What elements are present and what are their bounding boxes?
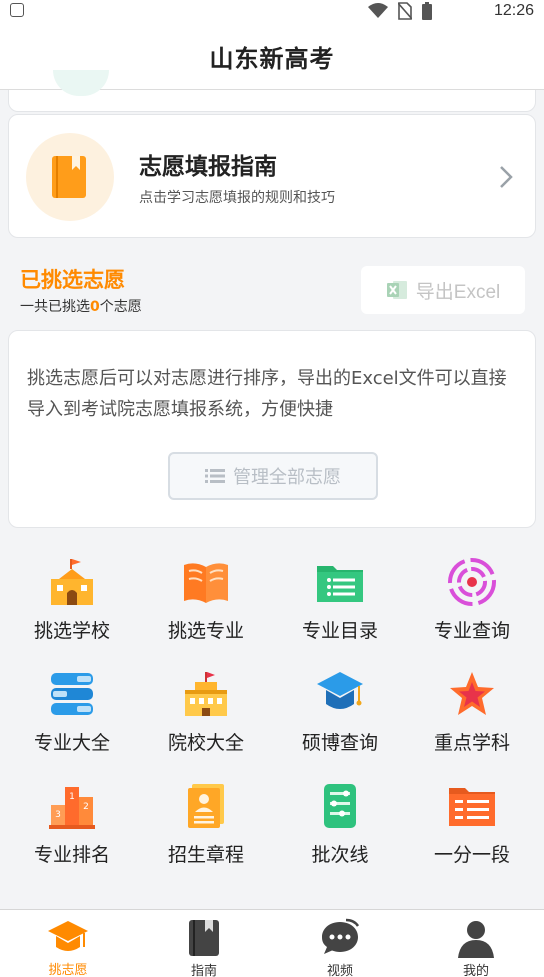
tab-label: 指南 [190, 964, 217, 977]
chat-bubble-icon [318, 918, 362, 958]
page-title: 山东新高考 [209, 45, 335, 73]
excel-icon [386, 281, 407, 299]
guide-subtitle: 点击学习志愿填报的规则和技巧 [139, 190, 335, 206]
grid-item-major-catalog[interactable]: 专业目录 [272, 556, 408, 656]
grid-item-label: 招生章程 [167, 844, 244, 866]
grid-item-college-all[interactable]: 院校大全 [138, 668, 274, 768]
grid-item-pick-major[interactable]: 挑选专业 [138, 556, 274, 656]
campus-icon [178, 668, 234, 720]
open-book-icon [178, 556, 234, 608]
bottom-tab-bar: 挑志愿 指南 视频 我的 [0, 909, 544, 977]
picked-title: 已挑选志愿 [20, 268, 125, 292]
folder-list-icon [312, 556, 368, 608]
picked-count-number: 0 [90, 299, 100, 315]
picked-count: 一共已挑选0个志愿 [20, 296, 142, 316]
star-icon [444, 668, 500, 720]
tab-label: 视频 [326, 964, 353, 977]
grid-item-admission-rules[interactable]: 招生章程 [138, 780, 274, 880]
grid-item-batch-line[interactable]: 批次线 [272, 780, 408, 880]
tab-label: 挑志愿 [48, 963, 88, 977]
battery-icon [422, 2, 432, 20]
grid-item-label: 批次线 [311, 844, 369, 866]
picked-count-prefix: 一共已挑选 [20, 299, 90, 315]
previous-card-icon [53, 70, 109, 96]
manage-all-label: 管理全部志愿 [233, 467, 341, 488]
grid-item-label: 专业大全 [33, 732, 110, 754]
svg-text:2: 2 [83, 802, 89, 812]
grid-item-label: 挑选专业 [167, 620, 244, 642]
list-slider-icon [312, 780, 368, 832]
grid-item-pick-school[interactable]: 挑选学校 [4, 556, 140, 656]
export-excel-button[interactable]: 导出Excel [361, 266, 525, 314]
user-icon [454, 918, 498, 958]
grid-item-label: 院校大全 [167, 732, 244, 754]
grid-item-label: 挑选学校 [33, 620, 110, 642]
manage-all-button[interactable]: 管理全部志愿 [168, 452, 378, 500]
podium-icon: 1 2 3 [44, 780, 100, 832]
guide-title: 志愿填报指南 [139, 154, 277, 180]
grid-item-major-query[interactable]: 专业查询 [404, 556, 540, 656]
grid-item-label: 专业排名 [33, 844, 110, 866]
tab-label: 我的 [462, 964, 489, 977]
grid-item-score-segment[interactable]: 一分一段 [404, 780, 540, 880]
grid-item-key-discipline[interactable]: 重点学科 [404, 668, 540, 768]
tab-pick[interactable]: 挑志愿 [0, 910, 136, 977]
document-person-icon [178, 780, 234, 832]
info-text: 挑选志愿后可以对志愿进行排序，导出的Excel文件可以直接导入到考试院志愿填报系… [27, 368, 507, 420]
status-time: 12:26 [493, 2, 534, 19]
tab-mine[interactable]: 我的 [408, 910, 544, 977]
grid-item-major-all[interactable]: 专业大全 [4, 668, 140, 768]
svg-text:3: 3 [55, 810, 61, 820]
school-icon [44, 556, 100, 608]
grid-item-label: 重点学科 [433, 732, 510, 754]
info-card: 挑选志愿后可以对志愿进行排序，导出的Excel文件可以直接导入到考试院志愿填报系… [8, 330, 536, 528]
chevron-right-icon [500, 166, 513, 188]
tab-guide[interactable]: 指南 [136, 910, 272, 977]
status-icons [368, 2, 432, 20]
status-bar: 12:26 [0, 0, 544, 24]
grid-item-label: 专业目录 [301, 620, 378, 642]
previous-card[interactable] [8, 70, 536, 112]
bookmark-book-icon [182, 918, 226, 958]
grid-item-label: 一分一段 [433, 844, 510, 866]
graduation-cap-icon [312, 668, 368, 720]
notification-icon [10, 3, 24, 17]
guide-card[interactable]: 志愿填报指南 点击学习志愿填报的规则和技巧 [8, 114, 536, 238]
folder-table-icon [444, 780, 500, 832]
book-stack-icon [44, 668, 100, 720]
picked-count-suffix: 个志愿 [99, 299, 142, 315]
list-icon [205, 469, 225, 483]
grid-item-label: 硕博查询 [301, 732, 378, 754]
target-icon [444, 556, 500, 608]
export-excel-label: 导出Excel [415, 281, 501, 303]
no-sim-icon [398, 2, 412, 20]
svg-text:1: 1 [69, 792, 75, 802]
graduation-cap-icon [46, 918, 90, 957]
grid-item-major-ranking[interactable]: 1 2 3 专业排名 [4, 780, 140, 880]
wifi-icon [368, 3, 388, 18]
grid-item-master-doctor[interactable]: 硕博查询 [272, 668, 408, 768]
grid-item-label: 专业查询 [433, 620, 510, 642]
tab-video[interactable]: 视频 [272, 910, 408, 977]
guide-book-icon [26, 133, 114, 221]
